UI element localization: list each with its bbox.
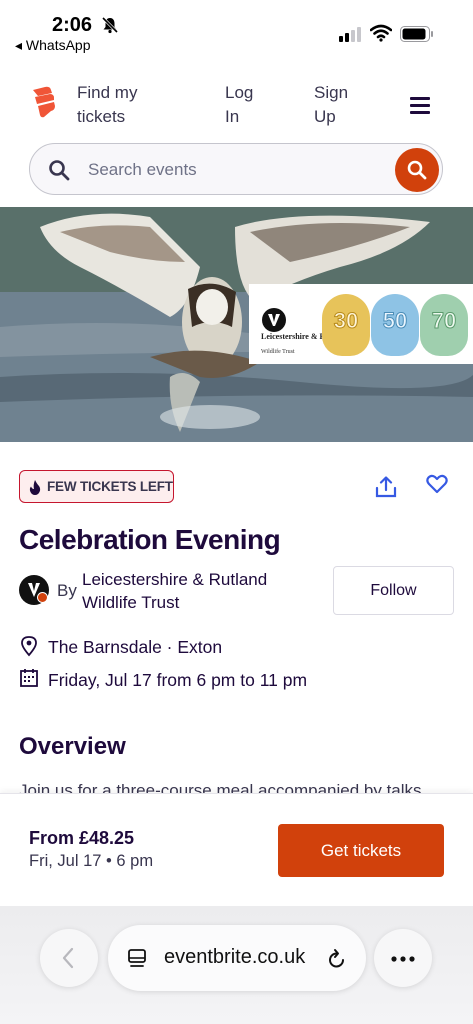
eventbrite-logo-icon[interactable] — [30, 86, 56, 118]
anniversary-badge-label: 50 — [382, 308, 408, 334]
search-bar — [29, 143, 443, 195]
anniversary-badge-30: 30 — [322, 294, 370, 356]
verified-dot-icon — [37, 592, 48, 603]
ticket-purchase-bar: From £48.25 Fri, Jul 17 • 6 pm Get ticke… — [0, 793, 473, 906]
org-logo-subtext: Wildlife Trust — [261, 349, 295, 355]
get-tickets-button[interactable]: Get tickets — [278, 824, 444, 877]
status-time: 2:06 — [52, 14, 93, 36]
follow-button[interactable]: Follow — [333, 566, 454, 615]
share-icon[interactable] — [375, 476, 397, 498]
page-tab-icon — [128, 949, 146, 967]
browser-back-button[interactable] — [40, 929, 98, 987]
anniversary-badge-label: 30 — [333, 308, 359, 334]
find-my-tickets-link[interactable]: Find my tickets — [77, 81, 157, 129]
ticket-price: From £48.25 — [29, 828, 135, 848]
event-location[interactable]: The Barnsdale · Exton — [48, 637, 222, 658]
anniversary-badge-50: 50 — [371, 294, 419, 356]
log-in-link[interactable]: Log In — [225, 81, 265, 129]
url-text: eventbrite.co.uk — [164, 946, 306, 968]
event-title: Celebration Evening — [19, 524, 281, 555]
battery-icon — [400, 26, 433, 42]
by-label: By — [57, 581, 77, 600]
overview-heading: Overview — [19, 733, 126, 760]
menu-icon[interactable] — [410, 97, 430, 114]
browser-toolbar: eventbrite.co.uk — [0, 906, 473, 1024]
ticket-datetime: Fri, Jul 17 • 6 pm — [29, 852, 154, 870]
few-tickets-left-badge: FEW TICKETS LEFT — [19, 470, 174, 503]
ellipsis-icon — [391, 956, 415, 962]
search-icon — [49, 160, 70, 181]
organizer-name-link[interactable]: Leicestershire & Rutland Wildlife Trust — [82, 568, 322, 614]
anniversary-badge-70: 70 — [420, 294, 468, 356]
back-to-whatsapp[interactable]: ◂ WhatsApp — [15, 37, 91, 54]
heart-icon[interactable] — [426, 474, 448, 494]
sign-up-link[interactable]: Sign Up — [314, 81, 364, 129]
address-bar[interactable]: eventbrite.co.uk — [108, 925, 366, 991]
status-bar: 2:06 ◂ WhatsApp — [0, 0, 473, 60]
calendar-icon — [20, 669, 38, 687]
search-input[interactable] — [88, 157, 378, 183]
tag-label: FEW TICKETS LEFT — [47, 479, 173, 494]
chevron-left-icon — [62, 947, 74, 969]
reload-icon[interactable] — [327, 948, 347, 970]
flame-icon — [29, 480, 41, 495]
cellular-signal-icon — [339, 27, 361, 42]
bell-muted-icon — [101, 16, 119, 34]
location-pin-icon — [21, 636, 37, 657]
more-options-button[interactable] — [374, 929, 432, 987]
search-submit-icon — [407, 160, 427, 180]
anniversary-badge-label: 70 — [431, 308, 457, 334]
event-date: Friday, Jul 17 from 6 pm to 11 pm — [48, 670, 308, 690]
badger-logo-icon — [262, 308, 286, 332]
search-button[interactable] — [395, 148, 439, 192]
site-header: Find my tickets Log In Sign Up — [0, 70, 473, 140]
wifi-icon — [370, 24, 392, 42]
